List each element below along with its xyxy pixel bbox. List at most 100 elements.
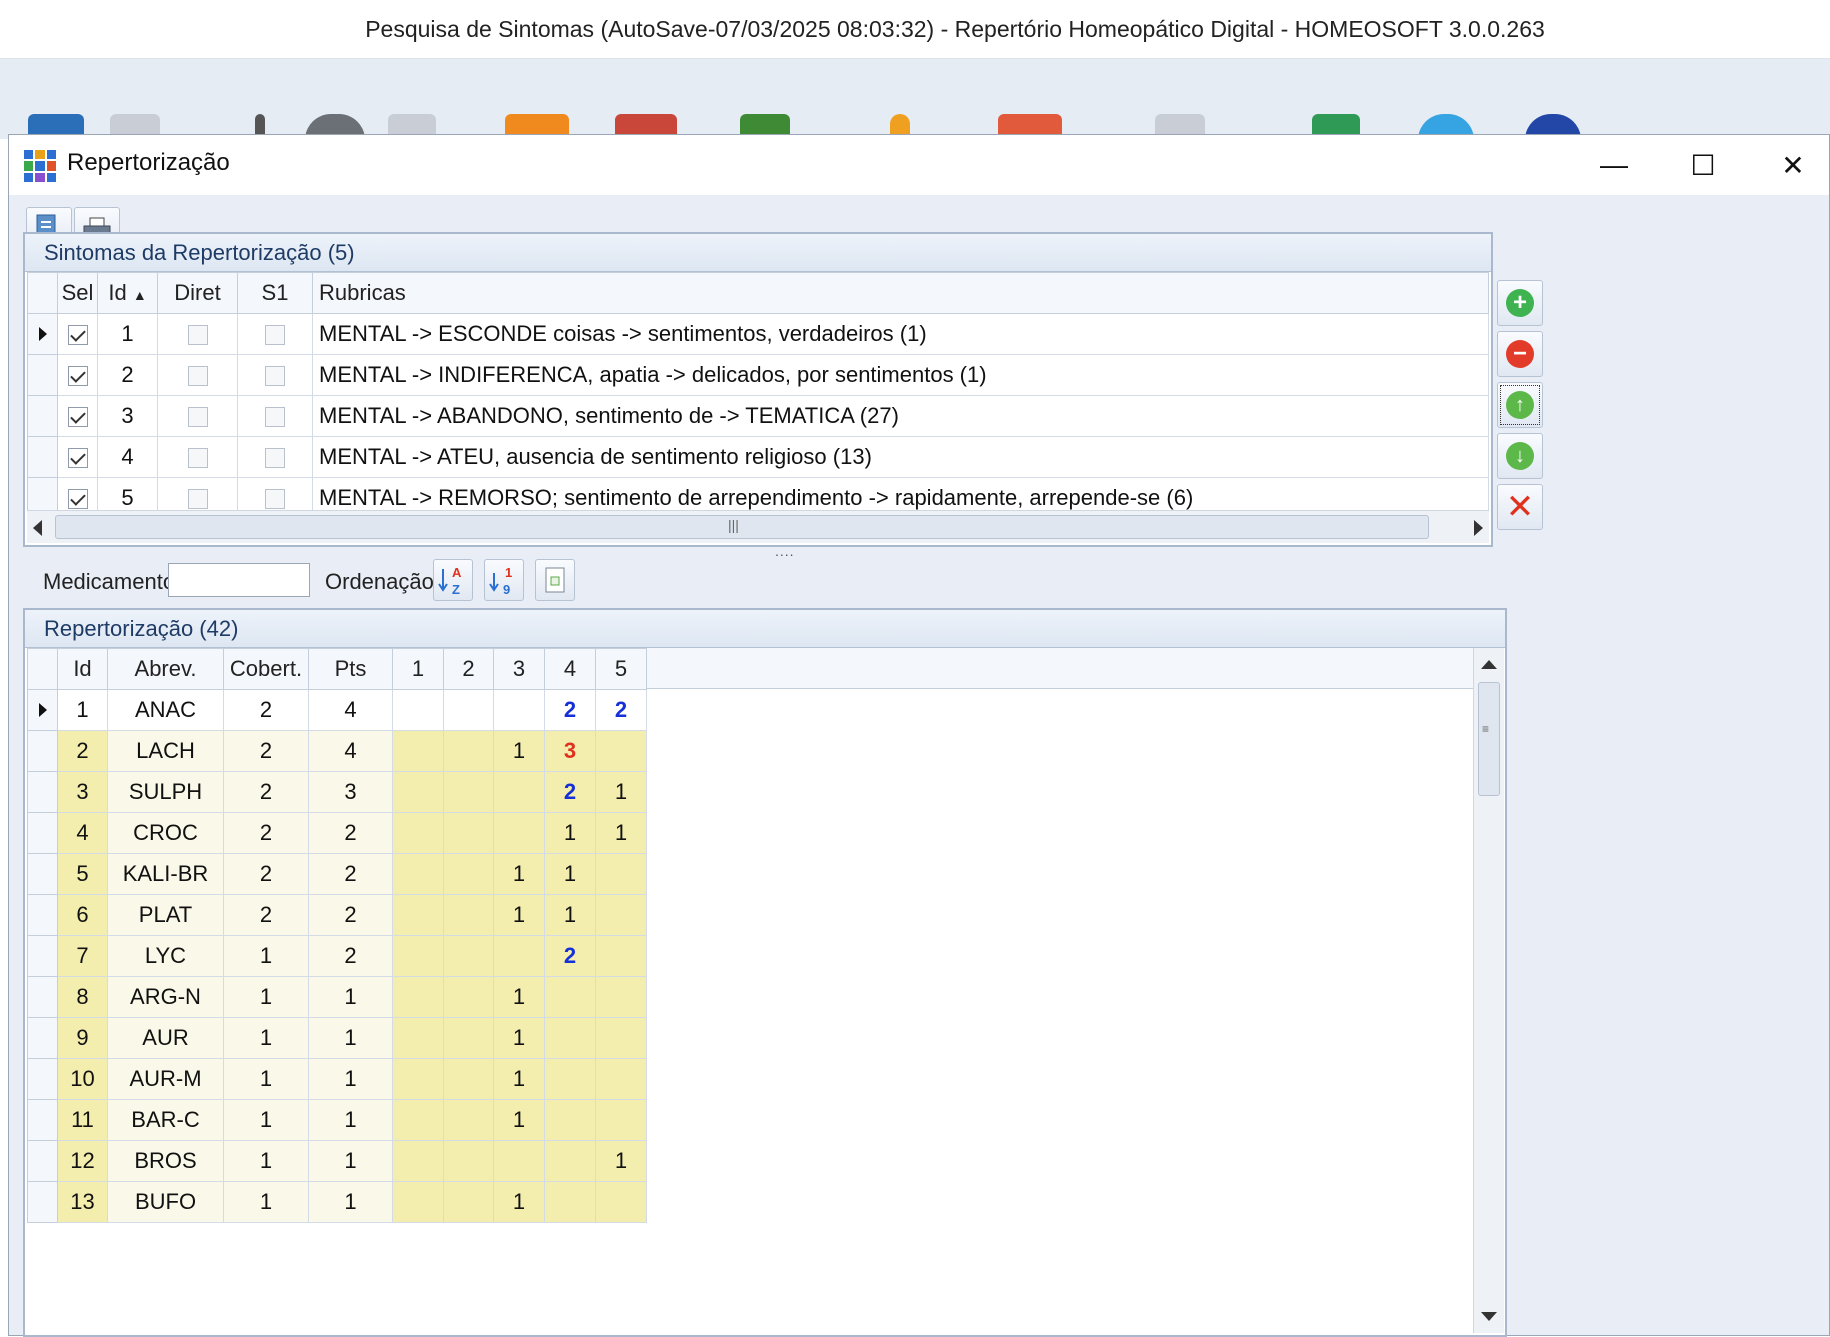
window-title-bar: Repertorização — ☐ ✕	[9, 135, 1829, 195]
move-down-button[interactable]: ↓	[1497, 433, 1543, 479]
row-indicator[interactable]	[27, 395, 58, 437]
col-header-sel[interactable]: Sel	[57, 272, 98, 314]
col-header-2[interactable]: 2	[443, 648, 494, 690]
sel-checkbox[interactable]	[57, 354, 98, 396]
add-symptom-button[interactable]: +	[1497, 280, 1543, 326]
symptom-5-grade: 1	[595, 812, 647, 854]
row-indicator[interactable]	[27, 935, 58, 977]
row-indicator[interactable]	[27, 436, 58, 478]
row-indicator[interactable]	[27, 354, 58, 396]
col-header-4[interactable]: 4	[544, 648, 596, 690]
scroll-up-icon[interactable]	[1481, 660, 1497, 669]
symptom-row[interactable]: 1 MENTAL -> ESCONDE coisas -> sentimentos…	[27, 313, 1489, 355]
splitter-grip[interactable]: ....	[775, 543, 795, 559]
svg-text:9: 9	[503, 582, 510, 597]
remedy-pts: 2	[308, 812, 393, 854]
remedy-row[interactable]: 4 CROC 2 2 1 1	[27, 812, 647, 854]
scroll-thumb[interactable]: ≡	[1478, 682, 1500, 796]
remedy-cobert: 2	[223, 894, 309, 936]
sel-checkbox[interactable]	[57, 313, 98, 355]
symptom-4-grade: 2	[544, 935, 596, 977]
row-indicator[interactable]	[27, 1181, 58, 1223]
col-header-id[interactable]: Id	[57, 648, 108, 690]
symptom-row[interactable]: 4 MENTAL -> ATEU, ausencia de sentimento …	[27, 436, 1489, 478]
col-header-id[interactable]: Id ▲	[97, 272, 158, 314]
symptom-1-grade	[392, 1017, 444, 1059]
remedy-row[interactable]: 2 LACH 2 4 1 3	[27, 730, 647, 772]
row-indicator[interactable]	[27, 730, 58, 772]
remedy-row[interactable]: 7 LYC 1 2 2	[27, 935, 647, 977]
col-header-diret[interactable]: Diret	[157, 272, 238, 314]
col-header-5[interactable]: 5	[595, 648, 647, 690]
scroll-left-icon[interactable]	[33, 520, 42, 536]
symptom-3-grade: 1	[493, 853, 545, 895]
sort-alpha-button[interactable]: A Z	[433, 559, 473, 601]
repertorization-vertical-scrollbar[interactable]: ≡	[1473, 648, 1504, 1333]
symptoms-horizontal-scrollbar[interactable]: |||	[27, 510, 1489, 543]
scroll-down-icon[interactable]	[1481, 1312, 1497, 1321]
s1-checkbox[interactable]	[237, 313, 313, 355]
remedy-row[interactable]: 5 KALI-BR 2 2 1 1	[27, 853, 647, 895]
remedy-row[interactable]: 6 PLAT 2 2 1 1	[27, 894, 647, 936]
symptom-id: 1	[97, 313, 158, 355]
diret-checkbox[interactable]	[157, 354, 238, 396]
row-indicator[interactable]	[27, 1099, 58, 1141]
diret-checkbox[interactable]	[157, 313, 238, 355]
symptom-2-grade	[443, 1099, 494, 1141]
row-indicator[interactable]	[27, 812, 58, 854]
col-header-3[interactable]: 3	[493, 648, 545, 690]
row-indicator[interactable]	[27, 1058, 58, 1100]
s1-checkbox[interactable]	[237, 395, 313, 437]
s1-checkbox[interactable]	[237, 354, 313, 396]
grid-header-filler	[647, 648, 1473, 689]
remedy-row[interactable]: 9 AUR 1 1 1	[27, 1017, 647, 1059]
minimize-button[interactable]: —	[1584, 143, 1644, 187]
col-header-1[interactable]: 1	[392, 648, 444, 690]
remedy-row[interactable]: 8 ARG-N 1 1 1	[27, 976, 647, 1018]
col-header-abrev[interactable]: Abrev.	[107, 648, 224, 690]
move-up-button[interactable]: ↑	[1497, 382, 1543, 428]
symptom-3-grade: 1	[493, 1017, 545, 1059]
row-indicator[interactable]	[27, 689, 58, 731]
remedy-row[interactable]: 10 AUR-M 1 1 1	[27, 1058, 647, 1100]
row-indicator[interactable]	[27, 894, 58, 936]
col-header-s1[interactable]: S1	[237, 272, 313, 314]
remedy-row[interactable]: 3 SULPH 2 3 2 1	[27, 771, 647, 813]
remedy-row[interactable]: 1 ANAC 2 4 2 2	[27, 689, 647, 731]
col-header-pts[interactable]: Pts	[308, 648, 393, 690]
row-indicator[interactable]	[27, 1140, 58, 1182]
row-indicator[interactable]	[27, 313, 58, 355]
sel-checkbox[interactable]	[57, 436, 98, 478]
symptom-row[interactable]: 2 MENTAL -> INDIFERENCA, apatia -> delica…	[27, 354, 1489, 396]
remedy-row[interactable]: 11 BAR-C 1 1 1	[27, 1099, 647, 1141]
arrow-down-icon: ↓	[1506, 442, 1534, 470]
sel-checkbox[interactable]	[57, 395, 98, 437]
sort-numeric-button[interactable]: 1 9	[484, 559, 524, 601]
diret-checkbox[interactable]	[157, 395, 238, 437]
scroll-right-icon[interactable]	[1474, 520, 1483, 536]
row-indicator[interactable]	[27, 771, 58, 813]
maximize-button[interactable]: ☐	[1673, 143, 1733, 187]
scroll-thumb[interactable]: |||	[55, 515, 1429, 539]
sort-custom-button[interactable]	[535, 559, 575, 601]
s1-checkbox[interactable]	[237, 436, 313, 478]
col-header-cobert[interactable]: Cobert.	[223, 648, 309, 690]
close-button[interactable]: ✕	[1763, 143, 1823, 187]
symptoms-header-row: Sel Id ▲ Diret S1 Rubricas	[27, 272, 1489, 314]
app-grid-icon	[24, 150, 56, 182]
symptom-4-grade: 2	[544, 771, 596, 813]
delete-all-button[interactable]: ✕	[1497, 484, 1543, 530]
row-indicator[interactable]	[27, 1017, 58, 1059]
remedy-row[interactable]: 13 BUFO 1 1 1	[27, 1181, 647, 1223]
symptom-5-grade	[595, 853, 647, 895]
symptom-3-grade	[493, 935, 545, 977]
remedy-row[interactable]: 12 BROS 1 1 1	[27, 1140, 647, 1182]
remove-symptom-button[interactable]: −	[1497, 331, 1543, 377]
diret-checkbox[interactable]	[157, 436, 238, 478]
row-indicator[interactable]	[27, 853, 58, 895]
symptom-row[interactable]: 3 MENTAL -> ABANDONO, sentimento de -> TE…	[27, 395, 1489, 437]
grip-icon: ≡	[1482, 722, 1490, 736]
medicamento-input[interactable]	[168, 563, 310, 597]
col-header-rubricas[interactable]: Rubricas	[312, 272, 1489, 314]
row-indicator[interactable]	[27, 976, 58, 1018]
